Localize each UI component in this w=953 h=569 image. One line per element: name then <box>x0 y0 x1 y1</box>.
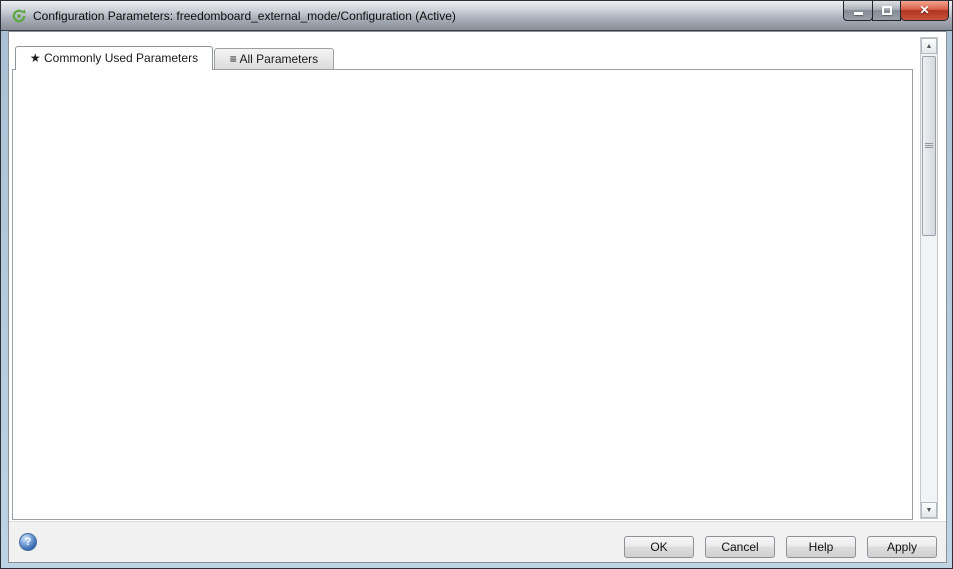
configuration-parameters-window: Configuration Parameters: freedomboard_e… <box>0 0 953 569</box>
simulink-app-icon <box>11 8 27 24</box>
window-controls: ✕ <box>844 1 949 21</box>
maximize-icon <box>882 6 892 15</box>
maximize-button[interactable] <box>872 1 901 21</box>
star-icon: ★ <box>30 51 41 65</box>
title-bar[interactable]: Configuration Parameters: freedomboard_e… <box>1 1 952 31</box>
minimize-button[interactable] <box>843 1 873 21</box>
list-icon: ≡ <box>230 52 237 66</box>
close-button[interactable]: ✕ <box>900 1 949 21</box>
help-button[interactable]: Help <box>786 536 856 558</box>
thumb-grip <box>925 143 933 148</box>
minimize-icon <box>854 12 863 15</box>
ok-button[interactable]: OK <box>624 536 694 558</box>
apply-button[interactable]: Apply <box>867 536 937 558</box>
scrollbar-thumb[interactable] <box>922 56 936 236</box>
tab-content-panel <box>12 69 913 520</box>
footer-bar: ? OK Cancel Help Apply <box>9 521 946 562</box>
tab-all-parameters[interactable]: ≡ All Parameters <box>214 48 334 69</box>
cancel-button[interactable]: Cancel <box>705 536 775 558</box>
tab-label: All Parameters <box>239 52 318 66</box>
scroll-up-icon[interactable]: ▲ <box>921 38 937 54</box>
help-icon[interactable]: ? <box>19 533 37 551</box>
content-scrollbar[interactable]: ▲ ▼ <box>920 37 938 519</box>
tab-label: Commonly Used Parameters <box>44 51 198 65</box>
scroll-down-icon[interactable]: ▼ <box>921 502 937 518</box>
window-title: Configuration Parameters: freedomboard_e… <box>33 9 456 23</box>
close-icon: ✕ <box>901 3 948 17</box>
footer-buttons: OK Cancel Help Apply <box>624 536 937 558</box>
tab-commonly-used-parameters[interactable]: ★ Commonly Used Parameters <box>15 46 213 70</box>
